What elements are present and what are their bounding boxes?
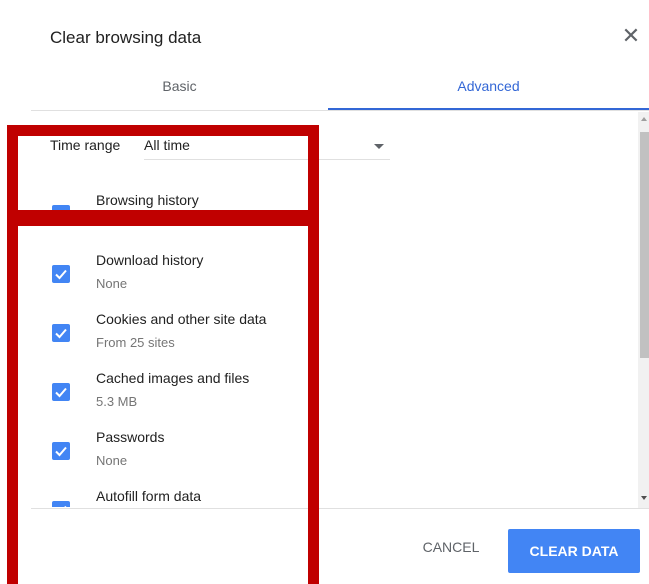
item-detail: From 25 sites bbox=[96, 335, 175, 350]
tab-advanced-label: Advanced bbox=[457, 78, 520, 94]
item-detail: None bbox=[96, 276, 128, 291]
dialog-title: Clear browsing data bbox=[50, 28, 202, 47]
time-range-value: All time bbox=[144, 137, 190, 153]
scroll-down-arrow-icon[interactable] bbox=[641, 496, 647, 500]
checkmark-icon bbox=[55, 328, 67, 339]
time-range-select[interactable]: All time bbox=[144, 129, 390, 160]
checkbox-browsing-history[interactable] bbox=[52, 205, 70, 223]
item-label: Cookies and other site data bbox=[96, 311, 267, 327]
tab-basic[interactable]: Basic bbox=[31, 64, 328, 108]
item-detail: 5.3 MB bbox=[96, 394, 138, 409]
list-item-autofill: Autofill form data bbox=[50, 488, 450, 507]
checkmark-icon bbox=[55, 209, 67, 220]
item-detail: None bbox=[96, 453, 128, 468]
list-item-download-history: Download history None bbox=[50, 252, 450, 302]
dialog-footer: CANCEL CLEAR DATA bbox=[31, 508, 649, 584]
list-item-browsing-history: Browsing history bbox=[50, 192, 450, 242]
close-icon[interactable]: ✕ bbox=[621, 25, 641, 47]
list-item-cached-images: Cached images and files 5.3 MB bbox=[50, 370, 450, 420]
scroll-up-arrow-icon[interactable] bbox=[641, 117, 647, 121]
list-item-passwords: Passwords None bbox=[50, 429, 450, 479]
list-item-cookies: Cookies and other site data From 25 site… bbox=[50, 311, 450, 361]
clear-browsing-data-dialog: Clear browsing data ✕ Basic Advanced Tim… bbox=[0, 0, 649, 584]
checkmark-icon bbox=[55, 269, 67, 280]
active-tab-indicator bbox=[328, 108, 649, 110]
checkmark-icon bbox=[64, 505, 67, 507]
checkbox-passwords[interactable] bbox=[52, 442, 70, 460]
item-label: Browsing history bbox=[96, 192, 199, 208]
checkbox-download-history[interactable] bbox=[52, 265, 70, 283]
time-range-label: Time range bbox=[50, 137, 121, 153]
tab-advanced[interactable]: Advanced bbox=[328, 64, 649, 110]
checkbox-cached-images[interactable] bbox=[52, 383, 70, 401]
checkbox-cookies[interactable] bbox=[52, 324, 70, 342]
checkmark-icon bbox=[55, 387, 67, 398]
item-label: Passwords bbox=[96, 429, 165, 445]
scroll-thumb[interactable] bbox=[640, 132, 649, 358]
clear-data-button[interactable]: CLEAR DATA bbox=[508, 529, 640, 573]
item-label: Download history bbox=[96, 252, 204, 268]
cancel-button[interactable]: CANCEL bbox=[406, 529, 496, 565]
item-label: Cached images and files bbox=[96, 370, 250, 386]
settings-content: Time range All time Browsing history Dow… bbox=[0, 111, 636, 507]
content-scrollbar[interactable] bbox=[638, 112, 649, 508]
checkbox-autofill[interactable] bbox=[52, 501, 70, 507]
tab-bar: Basic Advanced bbox=[31, 64, 649, 111]
checkmark-icon bbox=[55, 446, 67, 457]
dropdown-arrow-icon bbox=[374, 144, 384, 149]
item-label: Autofill form data bbox=[96, 488, 202, 504]
